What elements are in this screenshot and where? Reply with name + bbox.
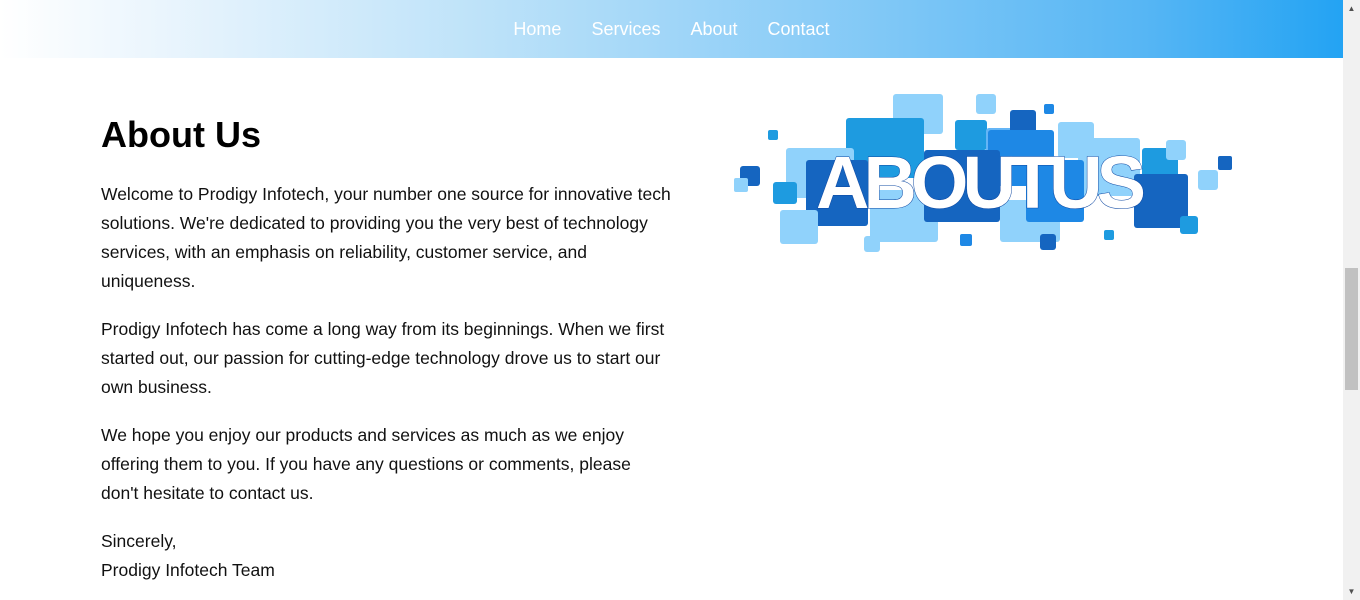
about-us-banner-image: ABOUTUS xyxy=(734,94,1232,252)
signoff-block: Sincerely, Prodigy Infotech Team xyxy=(101,527,671,585)
scroll-down-arrow-icon[interactable]: ▼ xyxy=(1343,583,1360,600)
nav-link-about[interactable]: About xyxy=(675,19,752,40)
nav-link-services[interactable]: Services xyxy=(576,19,675,40)
nav-link-home[interactable]: Home xyxy=(498,19,576,40)
top-navbar: Home Services About Contact xyxy=(0,0,1343,58)
signoff-text: Sincerely, xyxy=(101,531,177,551)
intro-paragraph: Welcome to Prodigy Infotech, your number… xyxy=(101,184,671,291)
about-section: About Us Welcome to Prodigy Infotech, yo… xyxy=(101,110,671,585)
page-title: About Us xyxy=(101,114,261,155)
signature-text: Prodigy Infotech Team xyxy=(101,560,275,580)
scroll-up-arrow-icon[interactable]: ▲ xyxy=(1343,0,1360,17)
closing-paragraph: We hope you enjoy our products and servi… xyxy=(101,425,631,503)
vertical-scrollbar[interactable]: ▲ ▼ xyxy=(1343,0,1360,600)
history-paragraph: Prodigy Infotech has come a long way fro… xyxy=(101,319,665,397)
nav-link-contact[interactable]: Contact xyxy=(753,19,845,40)
scrollbar-thumb[interactable] xyxy=(1345,268,1358,390)
banner-text: ABOUTUS xyxy=(816,141,1144,224)
nav-links: Home Services About Contact xyxy=(498,19,844,40)
